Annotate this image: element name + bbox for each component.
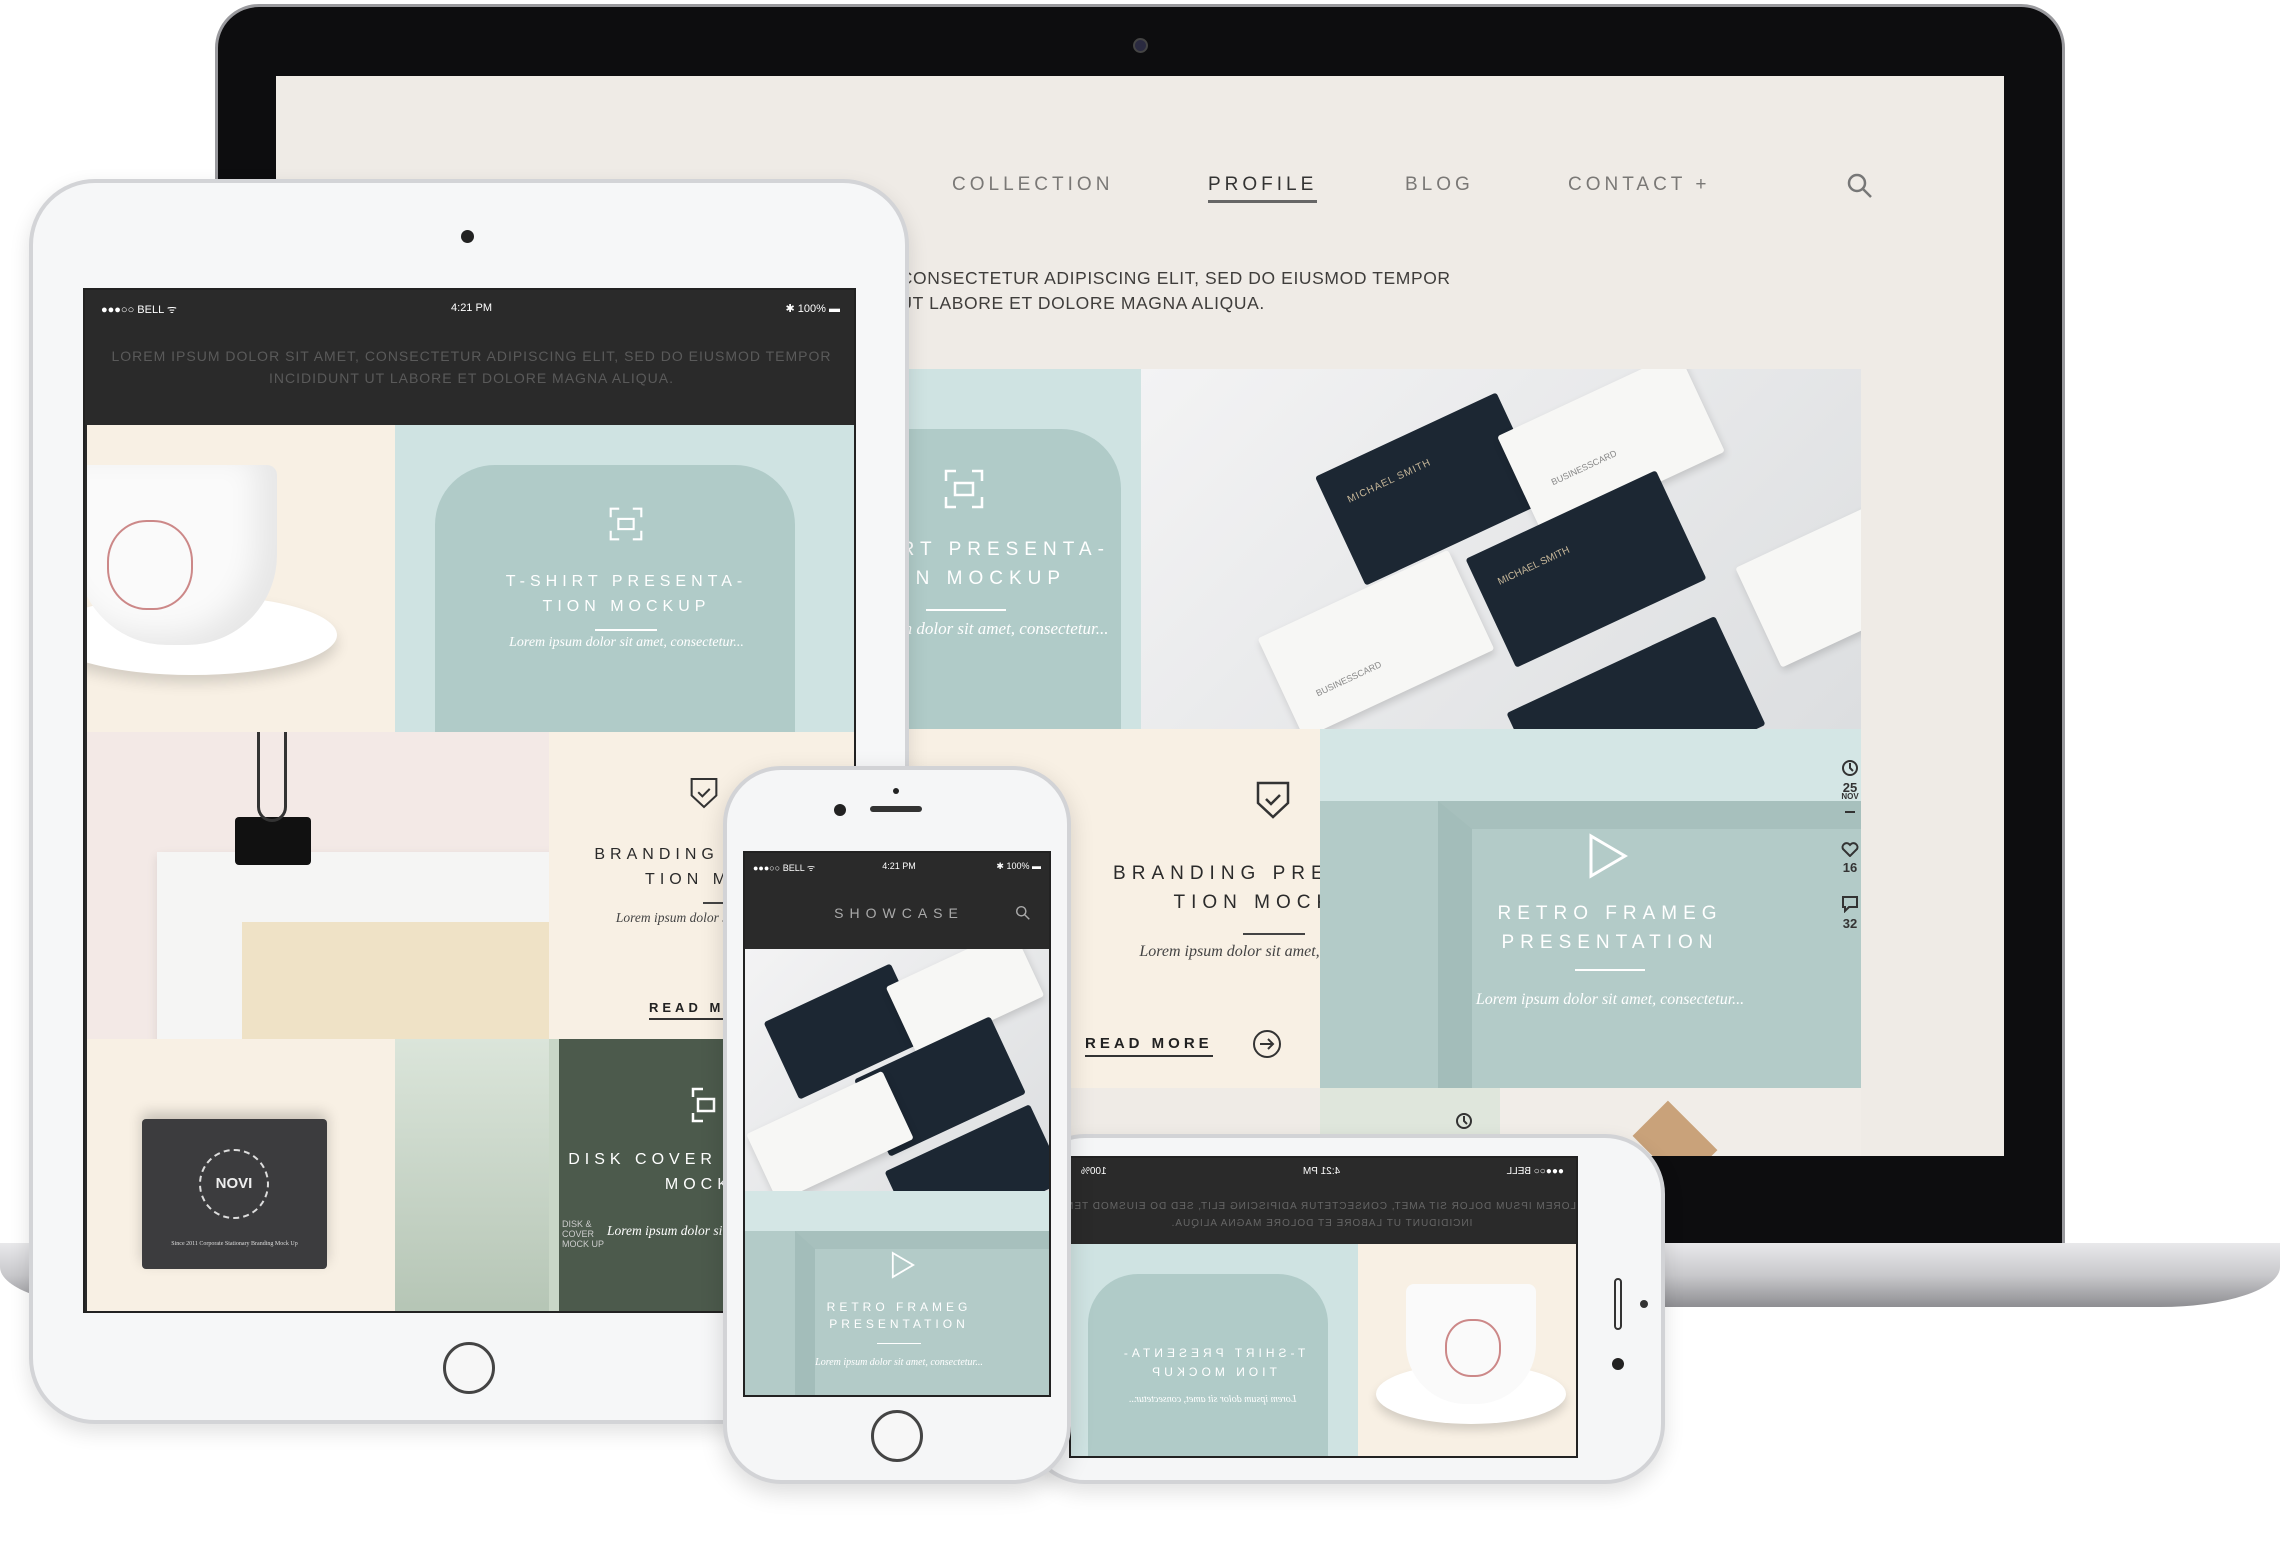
status-battery: ✱ 100% ▬ xyxy=(996,861,1041,871)
comment-count: 32 xyxy=(1842,916,1858,931)
search-icon[interactable] xyxy=(1846,172,1874,200)
tablet-home-button[interactable] xyxy=(443,1342,495,1394)
shield-check-icon xyxy=(690,777,718,809)
clock-icon xyxy=(1456,1113,1472,1129)
nav-profile[interactable]: PROFILE xyxy=(1208,174,1318,203)
notebook-tile[interactable]: NOVI Since 2011 Corporate Stationary Bra… xyxy=(87,1039,395,1311)
battery-label: 100% xyxy=(1006,861,1030,871)
tshirt-tile[interactable]: T-SHIRT PRESENTA- TION MOCKUP Lorem ipsum… xyxy=(1069,1244,1358,1458)
notebook-caption: Since 2011 Corporate Stationary Branding… xyxy=(171,1241,298,1247)
novi-logo: NOVI xyxy=(199,1149,269,1219)
tshirt-title: T-SHIRT PRESENTA- TION MOCKUP xyxy=(505,573,748,615)
nav-contact[interactable]: CONTACT + xyxy=(1568,174,1710,196)
divider xyxy=(926,609,1006,611)
laptop-camera xyxy=(1133,38,1148,53)
phone-camera xyxy=(1612,1358,1624,1370)
card-brand: BUSINESSCARD xyxy=(1314,659,1383,699)
notebook-image: NOVI Since 2011 Corporate Stationary Bra… xyxy=(142,1119,327,1269)
phone-sensor xyxy=(893,788,899,794)
card-image xyxy=(1735,500,1861,668)
nav-blog[interactable]: BLOG xyxy=(1405,174,1474,196)
expand-icon xyxy=(609,507,643,541)
card-brand: BUSINESSCARD xyxy=(1549,448,1619,488)
frame-wall xyxy=(1320,729,1861,801)
phone-speaker xyxy=(870,806,922,812)
post-month: NOV xyxy=(1841,792,1859,801)
battery-label: 100% xyxy=(797,303,826,315)
tshirt-text: Lorem ipsum dolor sit amet, consectetur.… xyxy=(509,635,744,650)
clock-icon xyxy=(1842,760,1858,776)
post-meta: 25 NOV 16 32 xyxy=(1840,759,1860,931)
divider xyxy=(1845,811,1855,813)
frame-tile[interactable]: RETRO FRAMEG PRESENTATION Lorem ipsum dol… xyxy=(745,1191,1049,1395)
nav-collection[interactable]: COLLECTION xyxy=(952,174,1113,196)
expand-icon xyxy=(944,469,984,509)
frame-wall xyxy=(745,1191,1049,1231)
like-count: 16 xyxy=(1842,860,1858,875)
frame-title: RETRO FRAMEG PRESENTATION xyxy=(826,1300,972,1331)
disk-badge: DISK & COVER MOCK UP xyxy=(562,1219,605,1249)
app-title: SHOWCASE xyxy=(834,905,964,921)
cup-logo xyxy=(1445,1319,1501,1377)
cup-tile[interactable] xyxy=(87,425,395,732)
frame-tile[interactable]: RETRO FRAMEG PRESENTATION Lorem ipsum dol… xyxy=(1320,729,1861,1088)
cup-logo xyxy=(107,520,193,610)
tshirt-title: T-SHIRT PRESENTA- TION MOCKUP xyxy=(1119,1346,1306,1379)
tablet-camera xyxy=(461,230,474,243)
intro-line-2: INCIDIDUNT UT LABORE ET DOLORE MAGNA ALI… xyxy=(269,370,674,386)
tablet-intro: LOREM IPSUM DOLOR SIT AMET, CONSECTETUR … xyxy=(85,345,854,389)
comment-icon[interactable] xyxy=(1841,895,1859,914)
shield-check-icon xyxy=(1256,781,1290,819)
box-image xyxy=(1632,1100,1718,1156)
frame-text: Lorem ipsum dolor sit amet, consectetur.… xyxy=(815,1357,983,1368)
heart-icon[interactable] xyxy=(1841,841,1859,858)
phone-home-button[interactable] xyxy=(871,1410,923,1462)
status-time: 4:21 PM xyxy=(1302,1166,1341,1177)
frame-text: Lorem ipsum dolor sit amet, consectetur.… xyxy=(1475,991,1745,1008)
card-name: MICHAEL SMITH xyxy=(1496,544,1572,588)
card-image xyxy=(242,922,549,1039)
search-icon[interactable] xyxy=(1015,905,1031,921)
card-name: MICHAEL SMITH xyxy=(1345,457,1433,506)
phone-screen: ●●●○○ BELL ᯤ 4:21 PM ✱ 100% ▬ SHOWCASE R… xyxy=(743,851,1051,1397)
expand-icon xyxy=(691,1087,716,1123)
divider xyxy=(1575,969,1645,971)
tshirt-text: Lorem ipsum dolor sit amet, consectetur.… xyxy=(1128,1394,1297,1405)
intro-line-2: INCIDIDUNT UT LABORE ET DOLORE MAGNA ALI… xyxy=(1170,1218,1473,1229)
binder-clip-image xyxy=(235,817,311,865)
landscape-intro: LOREM IPSUM DOLOR SIT AMET, CONSECTETUR … xyxy=(1069,1198,1576,1232)
intro-line-1: LOREM IPSUM DOLOR SIT AMET, CONSECTETUR … xyxy=(1069,1201,1576,1212)
frame-title: RETRO FRAMEG PRESENTATION xyxy=(1497,903,1723,953)
phone-sensor xyxy=(1640,1300,1648,1308)
businesscard-tile[interactable]: MICHAEL SMITH BUSINESSCARD MICHAEL SMITH… xyxy=(1141,369,1861,729)
divider xyxy=(1243,933,1305,935)
tshirt-tile[interactable]: T-SHIRT PRESENTA- TION MOCKUP Lorem ipsum… xyxy=(395,425,854,732)
clip-tile[interactable] xyxy=(87,732,549,1039)
status-battery: ✱ 100% ▬ xyxy=(785,303,840,315)
divider xyxy=(595,629,657,631)
read-more-link[interactable]: READ MORE xyxy=(1085,1035,1213,1057)
divider xyxy=(877,1343,921,1344)
play-icon[interactable] xyxy=(891,1251,915,1279)
phone-camera xyxy=(834,804,846,816)
landscape-phone-screen: ●●●○○ BELL 4:21 PM 100% LOREM IPSUM DOLO… xyxy=(1069,1156,1578,1458)
phone-speaker xyxy=(1614,1278,1622,1330)
play-icon[interactable] xyxy=(1588,833,1628,879)
status-battery: 100% xyxy=(1081,1166,1107,1177)
arrow-right-circle-icon[interactable] xyxy=(1252,1029,1282,1059)
cup-tile[interactable] xyxy=(1358,1244,1576,1458)
intro-line-1: LOREM IPSUM DOLOR SIT AMET, CONSECTETUR … xyxy=(111,348,832,364)
branding-text: Lorem ipsum dolor sit amet, consectetur.… xyxy=(1139,943,1320,960)
branding-title: BRANDING PRESENTA-TION MOCKUP xyxy=(1113,863,1320,913)
status-time: 4:21 PM xyxy=(451,302,492,314)
clip-wire xyxy=(257,732,287,822)
businesscard-tile[interactable] xyxy=(745,949,1049,1191)
